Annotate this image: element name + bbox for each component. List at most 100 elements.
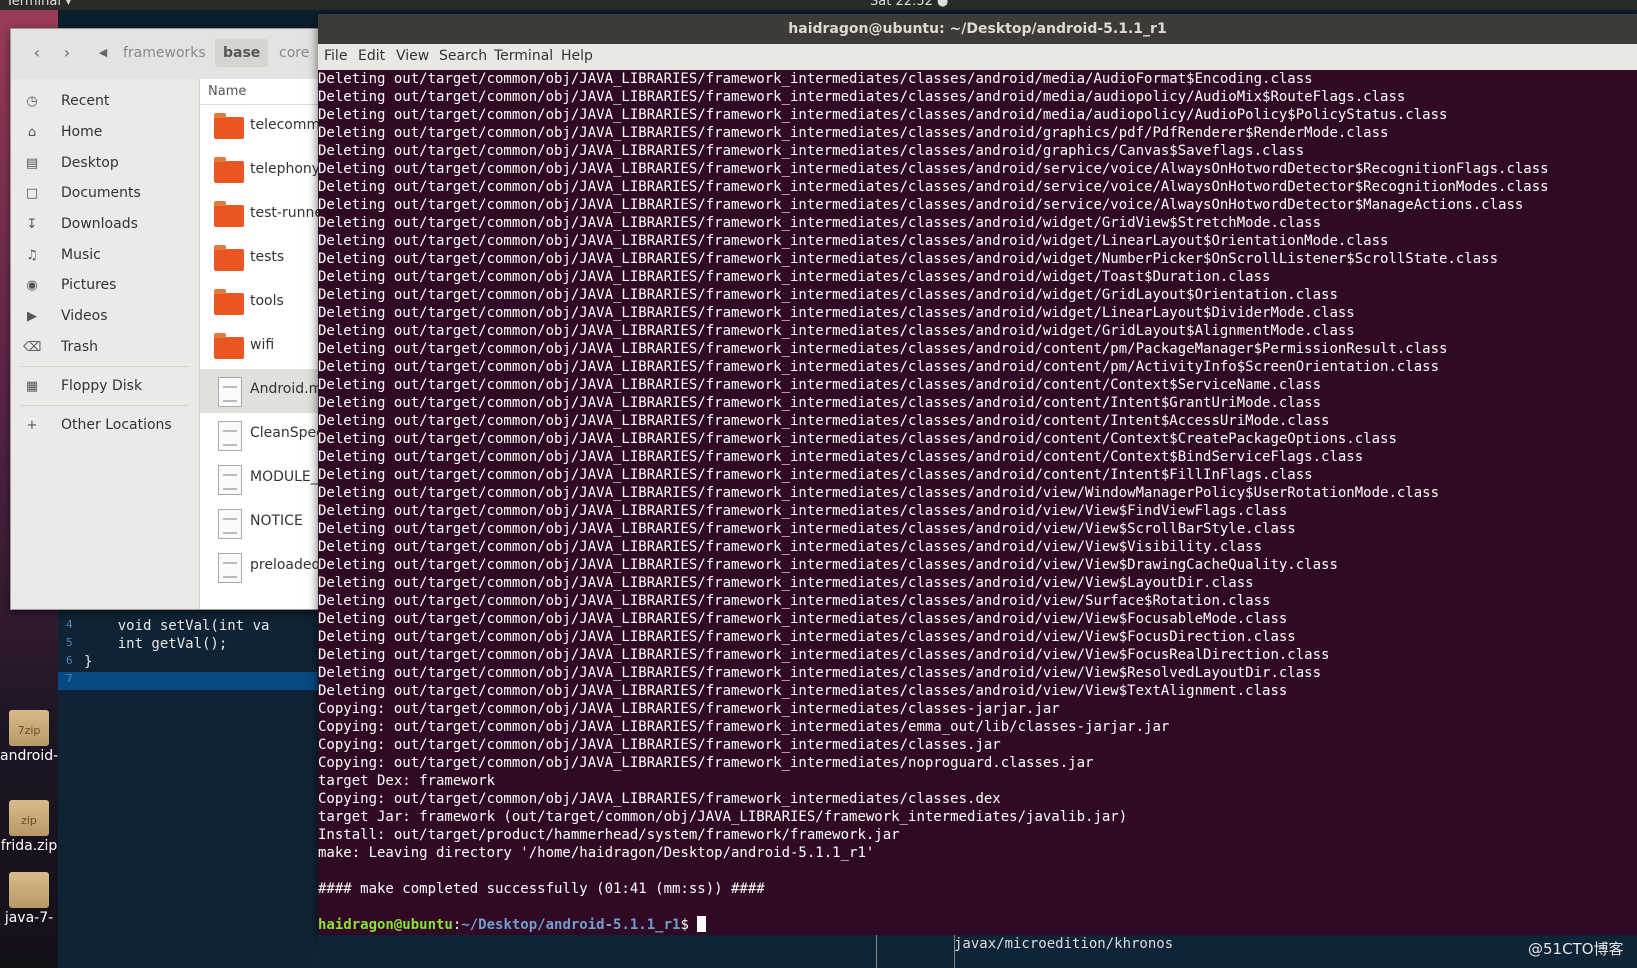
desktop-icon-zip[interactable]: zip frida.zip xyxy=(0,800,58,854)
terminal-line: Deleting out/target/common/obj/JAVA_LIBR… xyxy=(318,341,1448,357)
terminal-prompt-line[interactable]: haidragon@ubuntu:~/Desktop/android-5.1.1… xyxy=(318,916,1637,934)
file-item-folder[interactable]: test-runner xyxy=(200,193,321,237)
file-item-document[interactable]: MODULE_LICENSE_APACHE2 xyxy=(200,457,321,501)
text-file-icon xyxy=(218,509,242,539)
sidebar-item-label: Pictures xyxy=(61,277,117,293)
camera-icon: ◉ xyxy=(26,278,38,293)
file-item-folder[interactable]: tests xyxy=(200,237,321,281)
terminal-line: Deleting out/target/common/obj/JAVA_LIBR… xyxy=(318,593,1271,609)
home-icon: ⌂ xyxy=(27,125,37,140)
terminal-line: Copying: out/target/common/obj/JAVA_LIBR… xyxy=(318,791,1001,807)
back-button[interactable]: ‹ xyxy=(23,39,51,67)
sidebar-item-label: Trash xyxy=(61,339,98,355)
app-menu[interactable]: Terminal ▾ xyxy=(6,0,72,9)
text-file-icon xyxy=(218,465,242,495)
column-header-name[interactable]: Name xyxy=(200,79,321,105)
line-code: int getVal(); xyxy=(84,636,228,652)
terminal-menubar: File Edit View Search Terminal Help xyxy=(318,44,1637,70)
file-item-document[interactable]: NOTICE xyxy=(200,501,321,545)
terminal-line: make: Leaving directory '/home/haidragon… xyxy=(318,845,875,861)
terminal-line: Deleting out/target/common/obj/JAVA_LIBR… xyxy=(318,449,1364,465)
terminal-line: Deleting out/target/common/obj/JAVA_LIBR… xyxy=(318,539,1263,555)
breadcrumb-base[interactable]: base xyxy=(215,39,269,67)
document-icon: □ xyxy=(25,186,39,201)
sidebar-item-pictures[interactable]: ◉ Pictures xyxy=(11,271,199,301)
file-manager-toolbar: ‹ › ◀ frameworks base core xyxy=(11,29,321,80)
background-window-strip: javax/microedition/khronos xyxy=(318,935,1637,968)
terminal-line: Deleting out/target/common/obj/JAVA_LIBR… xyxy=(318,143,1305,159)
sidebar-item-home[interactable]: ⌂ Home xyxy=(11,118,199,148)
terminal-line: Deleting out/target/common/obj/JAVA_LIBR… xyxy=(318,197,1524,213)
terminal-title[interactable]: haidragon@ubuntu: ~/Desktop/android-5.1.… xyxy=(318,14,1637,44)
terminal-line: Deleting out/target/common/obj/JAVA_LIBR… xyxy=(318,89,1406,105)
sidebar-item-label: Other Locations xyxy=(61,417,172,433)
file-item-folder[interactable]: wifi xyxy=(200,325,321,369)
sidebar-item-music[interactable]: ♫ Music xyxy=(11,241,199,271)
menu-search[interactable]: Search xyxy=(439,48,487,64)
file-name: preloaded-classes xyxy=(250,557,321,573)
file-manager-window: ‹ › ◀ frameworks base core ◷ Recent ⌂ Ho… xyxy=(10,28,322,610)
menu-file[interactable]: File xyxy=(324,48,347,64)
menu-edit[interactable]: Edit xyxy=(358,48,385,64)
terminal-line: target Dex: framework xyxy=(318,773,496,789)
sidebar-item-other-locations[interactable]: + Other Locations xyxy=(11,411,199,441)
line-code: void setVal(int va xyxy=(84,618,270,634)
file-name: wifi xyxy=(250,337,275,353)
folder-icon xyxy=(214,113,244,139)
terminal-line: Deleting out/target/common/obj/JAVA_LIBR… xyxy=(318,557,1338,573)
sidebar-item-label: Home xyxy=(61,124,103,140)
file-item-document[interactable]: Android.mk xyxy=(200,369,321,413)
terminal-line: Deleting out/target/common/obj/JAVA_LIBR… xyxy=(318,683,1288,699)
clock[interactable]: Sat 22:52 ● xyxy=(870,0,948,9)
terminal-line: Deleting out/target/common/obj/JAVA_LIBR… xyxy=(318,305,1355,321)
text-cursor xyxy=(697,916,707,932)
desktop-icon-archive[interactable]: 7zip android-5.1.1_r1.7z xyxy=(0,710,58,764)
sidebar-item-label: Recent xyxy=(61,93,110,109)
file-item-folder[interactable]: telephony xyxy=(200,149,321,193)
file-name: CleanSpec.mk xyxy=(250,425,321,441)
terminal-line: Deleting out/target/common/obj/JAVA_LIBR… xyxy=(318,521,1296,537)
terminal-line: Deleting out/target/common/obj/JAVA_LIBR… xyxy=(318,269,1271,285)
breadcrumb-scroll-left[interactable]: ◀ xyxy=(89,39,117,67)
file-item-folder[interactable]: telecomm xyxy=(200,105,321,149)
folder-icon xyxy=(214,289,244,315)
sidebar-item-trash[interactable]: ⌫ Trash xyxy=(11,333,199,363)
forward-button[interactable]: › xyxy=(53,39,81,67)
terminal-line: target Jar: framework (out/target/common… xyxy=(318,809,1128,825)
file-item-document[interactable]: CleanSpec.mk xyxy=(200,413,321,457)
package-icon xyxy=(9,872,49,908)
menu-help[interactable]: Help xyxy=(561,48,593,64)
breadcrumb-core[interactable]: core xyxy=(271,39,317,67)
desktop-icon-java[interactable]: java-7- xyxy=(0,872,58,926)
terminal-line: Deleting out/target/common/obj/JAVA_LIBR… xyxy=(318,161,1549,177)
terminal-output[interactable]: Deleting out/target/common/obj/JAVA_LIBR… xyxy=(318,70,1637,935)
column-divider xyxy=(876,935,877,968)
sidebar-item-documents[interactable]: □ Documents xyxy=(11,179,199,209)
sidebar-item-label: Videos xyxy=(61,308,108,324)
sidebar-item-floppy-disk[interactable]: ▦ Floppy Disk xyxy=(11,372,199,402)
file-item-folder[interactable]: tools xyxy=(200,281,321,325)
line-number: 4 xyxy=(66,618,73,631)
sidebar-item-downloads[interactable]: ↧ Downloads xyxy=(11,210,199,240)
menu-terminal[interactable]: Terminal xyxy=(494,48,553,64)
breadcrumb-frameworks[interactable]: frameworks xyxy=(115,39,214,67)
terminal-line: Copying: out/target/common/obj/JAVA_LIBR… xyxy=(318,719,1170,735)
editor-line-current: 7 xyxy=(58,672,318,690)
sidebar-item-label: Floppy Disk xyxy=(61,378,143,394)
line-code: } xyxy=(84,654,93,670)
sidebar-item-label: Downloads xyxy=(61,216,138,232)
sidebar-item-recent[interactable]: ◷ Recent xyxy=(11,87,199,117)
line-number: 5 xyxy=(66,636,73,649)
sidebar-item-label: Documents xyxy=(61,185,141,201)
file-list: Name telecomm telephony test-runner test… xyxy=(200,79,321,609)
terminal-line: Deleting out/target/common/obj/JAVA_LIBR… xyxy=(318,323,1355,339)
file-name: MODULE_LICENSE_APACHE2 xyxy=(250,469,321,485)
sidebar-item-desktop[interactable]: ▤ Desktop xyxy=(11,149,199,179)
places-sidebar: ◷ Recent ⌂ Home ▤ Desktop □ Documents ↧ … xyxy=(11,79,200,609)
text-file-icon xyxy=(218,377,242,407)
terminal-line: Deleting out/target/common/obj/JAVA_LIBR… xyxy=(318,233,1389,249)
file-item-document[interactable]: preloaded-classes xyxy=(200,545,321,589)
sidebar-item-videos[interactable]: ▶ Videos xyxy=(11,302,199,332)
menu-view[interactable]: View xyxy=(396,48,429,64)
